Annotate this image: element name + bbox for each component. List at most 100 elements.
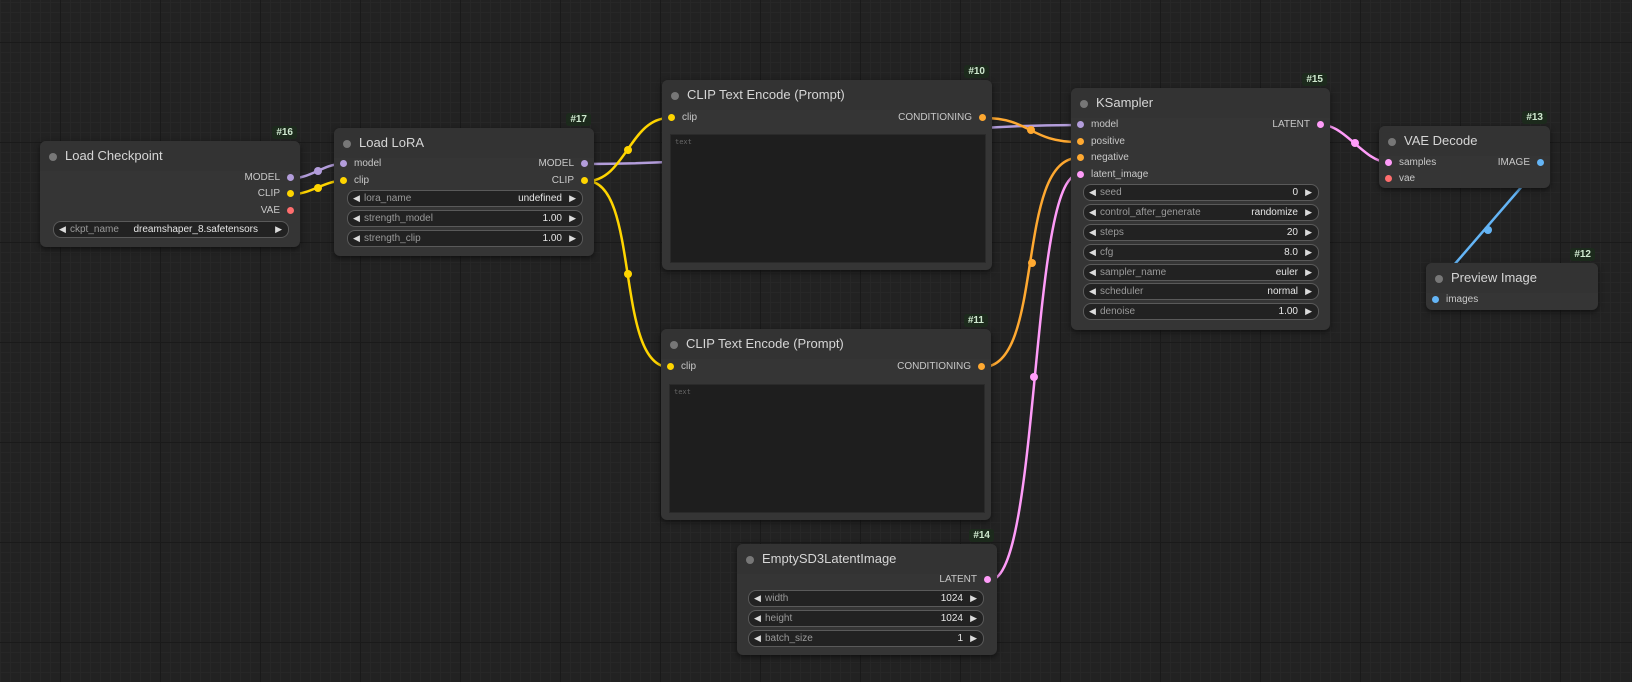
slot-dot-icon[interactable] bbox=[667, 363, 674, 370]
node-clip-text-encode-positive[interactable]: #10 CLIP Text Encode (Prompt) clip CONDI… bbox=[662, 65, 992, 270]
increment-arrow-icon[interactable]: ▶ bbox=[275, 222, 282, 237]
slot-dot-icon[interactable] bbox=[1432, 296, 1439, 303]
collapse-dot-icon[interactable] bbox=[1388, 138, 1396, 146]
increment-arrow-icon[interactable]: ▶ bbox=[1305, 284, 1312, 299]
node-preview-image[interactable]: #12 Preview Image images bbox=[1426, 248, 1598, 310]
node-title-bar[interactable]: Load Checkpoint bbox=[40, 141, 300, 171]
prompt-text-area[interactable]: text bbox=[670, 134, 986, 263]
decrement-arrow-icon[interactable]: ◀ bbox=[1089, 265, 1096, 280]
node-title-bar[interactable]: KSampler bbox=[1071, 88, 1330, 118]
slot-dot-icon[interactable] bbox=[1077, 138, 1084, 145]
widget-width[interactable]: ◀ width 1024 ▶ bbox=[748, 590, 984, 607]
input-slot-model[interactable]: model bbox=[338, 157, 381, 171]
slot-dot-icon[interactable] bbox=[1077, 121, 1084, 128]
slot-dot-icon[interactable] bbox=[978, 363, 985, 370]
widget-ckpt-name[interactable]: ◀ ckpt_name dreamshaper_8.safetensors ▶ bbox=[53, 221, 289, 238]
output-slot-model[interactable]: MODEL bbox=[244, 171, 296, 185]
node-ksampler[interactable]: #15 KSampler model positive negative lat… bbox=[1071, 73, 1330, 330]
input-slot-model[interactable]: model bbox=[1075, 118, 1118, 132]
node-title-bar[interactable]: CLIP Text Encode (Prompt) bbox=[661, 329, 991, 359]
node-title-bar[interactable]: CLIP Text Encode (Prompt) bbox=[662, 80, 992, 110]
slot-dot-icon[interactable] bbox=[668, 114, 675, 121]
widget-seed[interactable]: ◀ seed 0 ▶ bbox=[1083, 184, 1319, 201]
decrement-arrow-icon[interactable]: ◀ bbox=[754, 631, 761, 646]
node-vae-decode[interactable]: #13 VAE Decode samples vae IMAGE bbox=[1379, 111, 1550, 188]
widget-cfg[interactable]: ◀ cfg 8.0 ▶ bbox=[1083, 244, 1319, 261]
widget-strength-clip[interactable]: ◀ strength_clip 1.00 ▶ bbox=[347, 230, 583, 247]
input-slot-images[interactable]: images bbox=[1430, 293, 1478, 307]
slot-dot-icon[interactable] bbox=[581, 160, 588, 167]
decrement-arrow-icon[interactable]: ◀ bbox=[1089, 245, 1096, 260]
input-slot-negative[interactable]: negative bbox=[1075, 151, 1129, 165]
node-title-bar[interactable]: Load LoRA bbox=[334, 128, 594, 158]
input-slot-samples[interactable]: samples bbox=[1383, 156, 1436, 170]
slot-dot-icon[interactable] bbox=[1317, 121, 1324, 128]
collapse-dot-icon[interactable] bbox=[746, 556, 754, 564]
slot-dot-icon[interactable] bbox=[1385, 159, 1392, 166]
decrement-arrow-icon[interactable]: ◀ bbox=[353, 231, 360, 246]
output-slot-latent[interactable]: LATENT bbox=[1272, 118, 1326, 132]
node-load-lora[interactable]: #17 Load LoRA model clip MODEL CLIP ◀ lo… bbox=[334, 113, 594, 256]
output-slot-clip[interactable]: CLIP bbox=[258, 187, 296, 201]
slot-dot-icon[interactable] bbox=[340, 160, 347, 167]
input-slot-clip[interactable]: clip bbox=[338, 174, 369, 188]
node-title-bar[interactable]: VAE Decode bbox=[1379, 126, 1550, 156]
input-slot-vae[interactable]: vae bbox=[1383, 172, 1415, 186]
decrement-arrow-icon[interactable]: ◀ bbox=[353, 191, 360, 206]
widget-batch-size[interactable]: ◀ batch_size 1 ▶ bbox=[748, 630, 984, 647]
decrement-arrow-icon[interactable]: ◀ bbox=[59, 222, 66, 237]
prompt-text-area[interactable]: text bbox=[669, 384, 985, 513]
widget-lora-name[interactable]: ◀ lora_name undefined ▶ bbox=[347, 190, 583, 207]
decrement-arrow-icon[interactable]: ◀ bbox=[1089, 205, 1096, 220]
input-slot-clip[interactable]: clip bbox=[666, 111, 697, 125]
input-slot-latent-image[interactable]: latent_image bbox=[1075, 168, 1148, 182]
decrement-arrow-icon[interactable]: ◀ bbox=[754, 591, 761, 606]
node-load-checkpoint[interactable]: #16 Load Checkpoint MODEL CLIP VAE ◀ ckp… bbox=[40, 126, 300, 247]
output-slot-model[interactable]: MODEL bbox=[538, 157, 590, 171]
output-slot-latent[interactable]: LATENT bbox=[939, 573, 993, 587]
slot-dot-icon[interactable] bbox=[287, 174, 294, 181]
slot-dot-icon[interactable] bbox=[979, 114, 986, 121]
collapse-dot-icon[interactable] bbox=[49, 153, 57, 161]
slot-dot-icon[interactable] bbox=[984, 576, 991, 583]
collapse-dot-icon[interactable] bbox=[670, 341, 678, 349]
slot-dot-icon[interactable] bbox=[1077, 154, 1084, 161]
collapse-dot-icon[interactable] bbox=[671, 92, 679, 100]
widget-scheduler[interactable]: ◀ scheduler normal ▶ bbox=[1083, 283, 1319, 300]
output-slot-image[interactable]: IMAGE bbox=[1498, 156, 1546, 170]
decrement-arrow-icon[interactable]: ◀ bbox=[1089, 225, 1096, 240]
widget-sampler-name[interactable]: ◀ sampler_name euler ▶ bbox=[1083, 264, 1319, 281]
slot-dot-icon[interactable] bbox=[1077, 171, 1084, 178]
decrement-arrow-icon[interactable]: ◀ bbox=[1089, 304, 1096, 319]
input-slot-clip[interactable]: clip bbox=[665, 360, 696, 374]
increment-arrow-icon[interactable]: ▶ bbox=[970, 611, 977, 626]
node-title-bar[interactable]: EmptySD3LatentImage bbox=[737, 544, 997, 574]
increment-arrow-icon[interactable]: ▶ bbox=[1305, 225, 1312, 240]
widget-strength-model[interactable]: ◀ strength_model 1.00 ▶ bbox=[347, 210, 583, 227]
increment-arrow-icon[interactable]: ▶ bbox=[970, 631, 977, 646]
node-title-bar[interactable]: Preview Image bbox=[1426, 263, 1598, 293]
input-slot-positive[interactable]: positive bbox=[1075, 135, 1125, 149]
increment-arrow-icon[interactable]: ▶ bbox=[569, 231, 576, 246]
output-slot-conditioning[interactable]: CONDITIONING bbox=[897, 360, 987, 374]
widget-control-after-generate[interactable]: ◀ control_after_generate randomize ▶ bbox=[1083, 204, 1319, 221]
collapse-dot-icon[interactable] bbox=[1435, 275, 1443, 283]
slot-dot-icon[interactable] bbox=[581, 177, 588, 184]
widget-denoise[interactable]: ◀ denoise 1.00 ▶ bbox=[1083, 303, 1319, 320]
widget-steps[interactable]: ◀ steps 20 ▶ bbox=[1083, 224, 1319, 241]
increment-arrow-icon[interactable]: ▶ bbox=[1305, 245, 1312, 260]
slot-dot-icon[interactable] bbox=[1537, 159, 1544, 166]
decrement-arrow-icon[interactable]: ◀ bbox=[1089, 185, 1096, 200]
increment-arrow-icon[interactable]: ▶ bbox=[569, 191, 576, 206]
increment-arrow-icon[interactable]: ▶ bbox=[970, 591, 977, 606]
slot-dot-icon[interactable] bbox=[287, 207, 294, 214]
node-empty-sd3-latent-image[interactable]: #14 EmptySD3LatentImage LATENT ◀ width 1… bbox=[737, 529, 997, 655]
slot-dot-icon[interactable] bbox=[1385, 175, 1392, 182]
output-slot-clip[interactable]: CLIP bbox=[552, 174, 590, 188]
slot-dot-icon[interactable] bbox=[340, 177, 347, 184]
node-clip-text-encode-negative[interactable]: #11 CLIP Text Encode (Prompt) clip CONDI… bbox=[661, 314, 991, 520]
increment-arrow-icon[interactable]: ▶ bbox=[1305, 205, 1312, 220]
decrement-arrow-icon[interactable]: ◀ bbox=[1089, 284, 1096, 299]
collapse-dot-icon[interactable] bbox=[1080, 100, 1088, 108]
slot-dot-icon[interactable] bbox=[287, 190, 294, 197]
